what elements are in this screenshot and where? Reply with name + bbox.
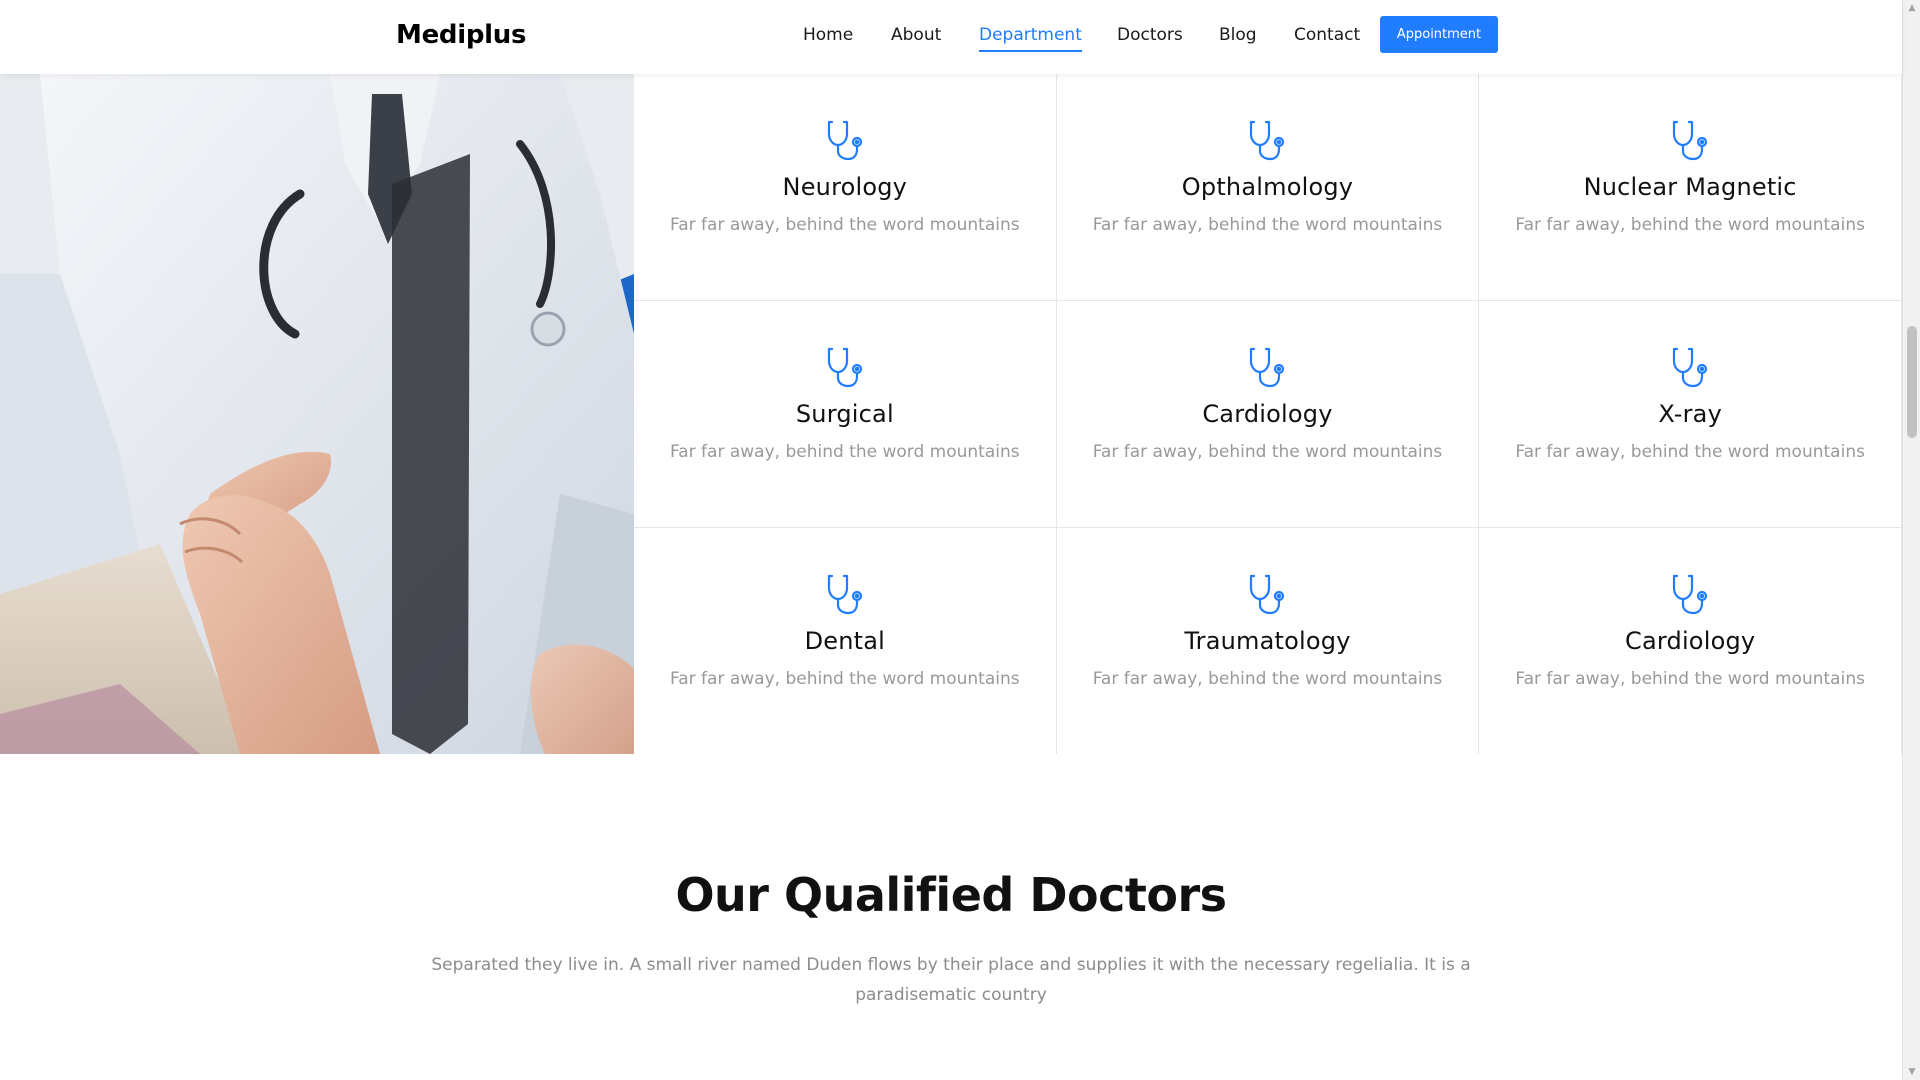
nav-link-doctors[interactable]: Doctors [1117, 25, 1183, 45]
department-description: Far far away, behind the word mountains [670, 215, 1020, 235]
department-description: Far far away, behind the word mountains [670, 669, 1020, 689]
scrollbar-thumb[interactable] [1907, 326, 1917, 438]
department-grid: Neurology Far far away, behind the word m… [634, 74, 1902, 754]
page: Mediplus Home About Department Doctors B… [0, 0, 1920, 1080]
hero-photo [0, 74, 634, 754]
stethoscope-icon [823, 572, 867, 616]
department-title: Neurology [782, 173, 908, 201]
department-title: Traumatology [1184, 627, 1351, 655]
stethoscope-icon [823, 345, 867, 389]
department-title: Surgical [795, 400, 894, 428]
department-title: Dental [804, 627, 886, 655]
department-title: X-ray [1658, 400, 1722, 428]
stethoscope-icon [1245, 345, 1289, 389]
vertical-scrollbar[interactable]: ▲ ▼ [1902, 0, 1920, 1080]
stethoscope-icon [1245, 118, 1289, 162]
brand-logo[interactable]: Mediplus [396, 20, 526, 50]
department-description: Far far away, behind the word mountains [670, 442, 1020, 462]
department-title: Opthalmology [1181, 173, 1354, 201]
department-card[interactable]: Cardiology Far far away, behind the word … [1056, 301, 1480, 528]
department-title: Cardiology [1202, 400, 1333, 428]
department-description: Far far away, behind the word mountains [1092, 215, 1443, 235]
nav-link-home[interactable]: Home [803, 25, 853, 45]
appointment-button[interactable]: Appointment [1380, 16, 1498, 53]
navbar: Mediplus Home About Department Doctors B… [0, 0, 1902, 74]
stethoscope-icon [1245, 572, 1289, 616]
department-description: Far far away, behind the word mountains [1515, 669, 1865, 689]
section-subtext: Separated they live in. A small river na… [431, 955, 1471, 1005]
scroll-up-arrow-icon[interactable]: ▲ [1903, 0, 1920, 16]
department-description: Far far away, behind the word mountains [1092, 669, 1443, 689]
department-card[interactable]: Nuclear Magnetic Far far away, behind the… [1479, 74, 1902, 301]
department-card[interactable]: Dental Far far away, behind the word moun… [634, 528, 1057, 754]
stethoscope-icon [1668, 572, 1712, 616]
department-card[interactable]: Surgical Far far away, behind the word mo… [634, 301, 1057, 528]
nav-link-blog[interactable]: Blog [1219, 25, 1257, 45]
department-title: Nuclear Magnetic [1583, 173, 1797, 201]
nav-link-about[interactable]: About [891, 25, 941, 45]
stethoscope-icon [1668, 118, 1712, 162]
stethoscope-icon [823, 118, 867, 162]
department-card[interactable]: Opthalmology Far far away, behind the wor… [1056, 74, 1480, 301]
stethoscope-icon [1668, 345, 1712, 389]
section-heading: Our Qualified Doctors [675, 868, 1227, 922]
department-card[interactable]: X-ray Far far away, behind the word mount… [1479, 301, 1902, 528]
department-card[interactable]: Traumatology Far far away, behind the wor… [1056, 528, 1480, 754]
department-description: Far far away, behind the word mountains [1515, 215, 1865, 235]
doctor-handshake-illustration [0, 74, 634, 754]
nav-link-department[interactable]: Department [979, 25, 1082, 52]
department-title: Cardiology [1625, 627, 1756, 655]
scroll-down-arrow-icon[interactable]: ▼ [1903, 1064, 1920, 1080]
department-card[interactable]: Neurology Far far away, behind the word m… [634, 74, 1057, 301]
department-description: Far far away, behind the word mountains [1515, 442, 1865, 462]
department-card[interactable]: Cardiology Far far away, behind the word … [1479, 528, 1902, 754]
nav-link-contact[interactable]: Contact [1294, 25, 1360, 45]
department-description: Far far away, behind the word mountains [1092, 442, 1443, 462]
